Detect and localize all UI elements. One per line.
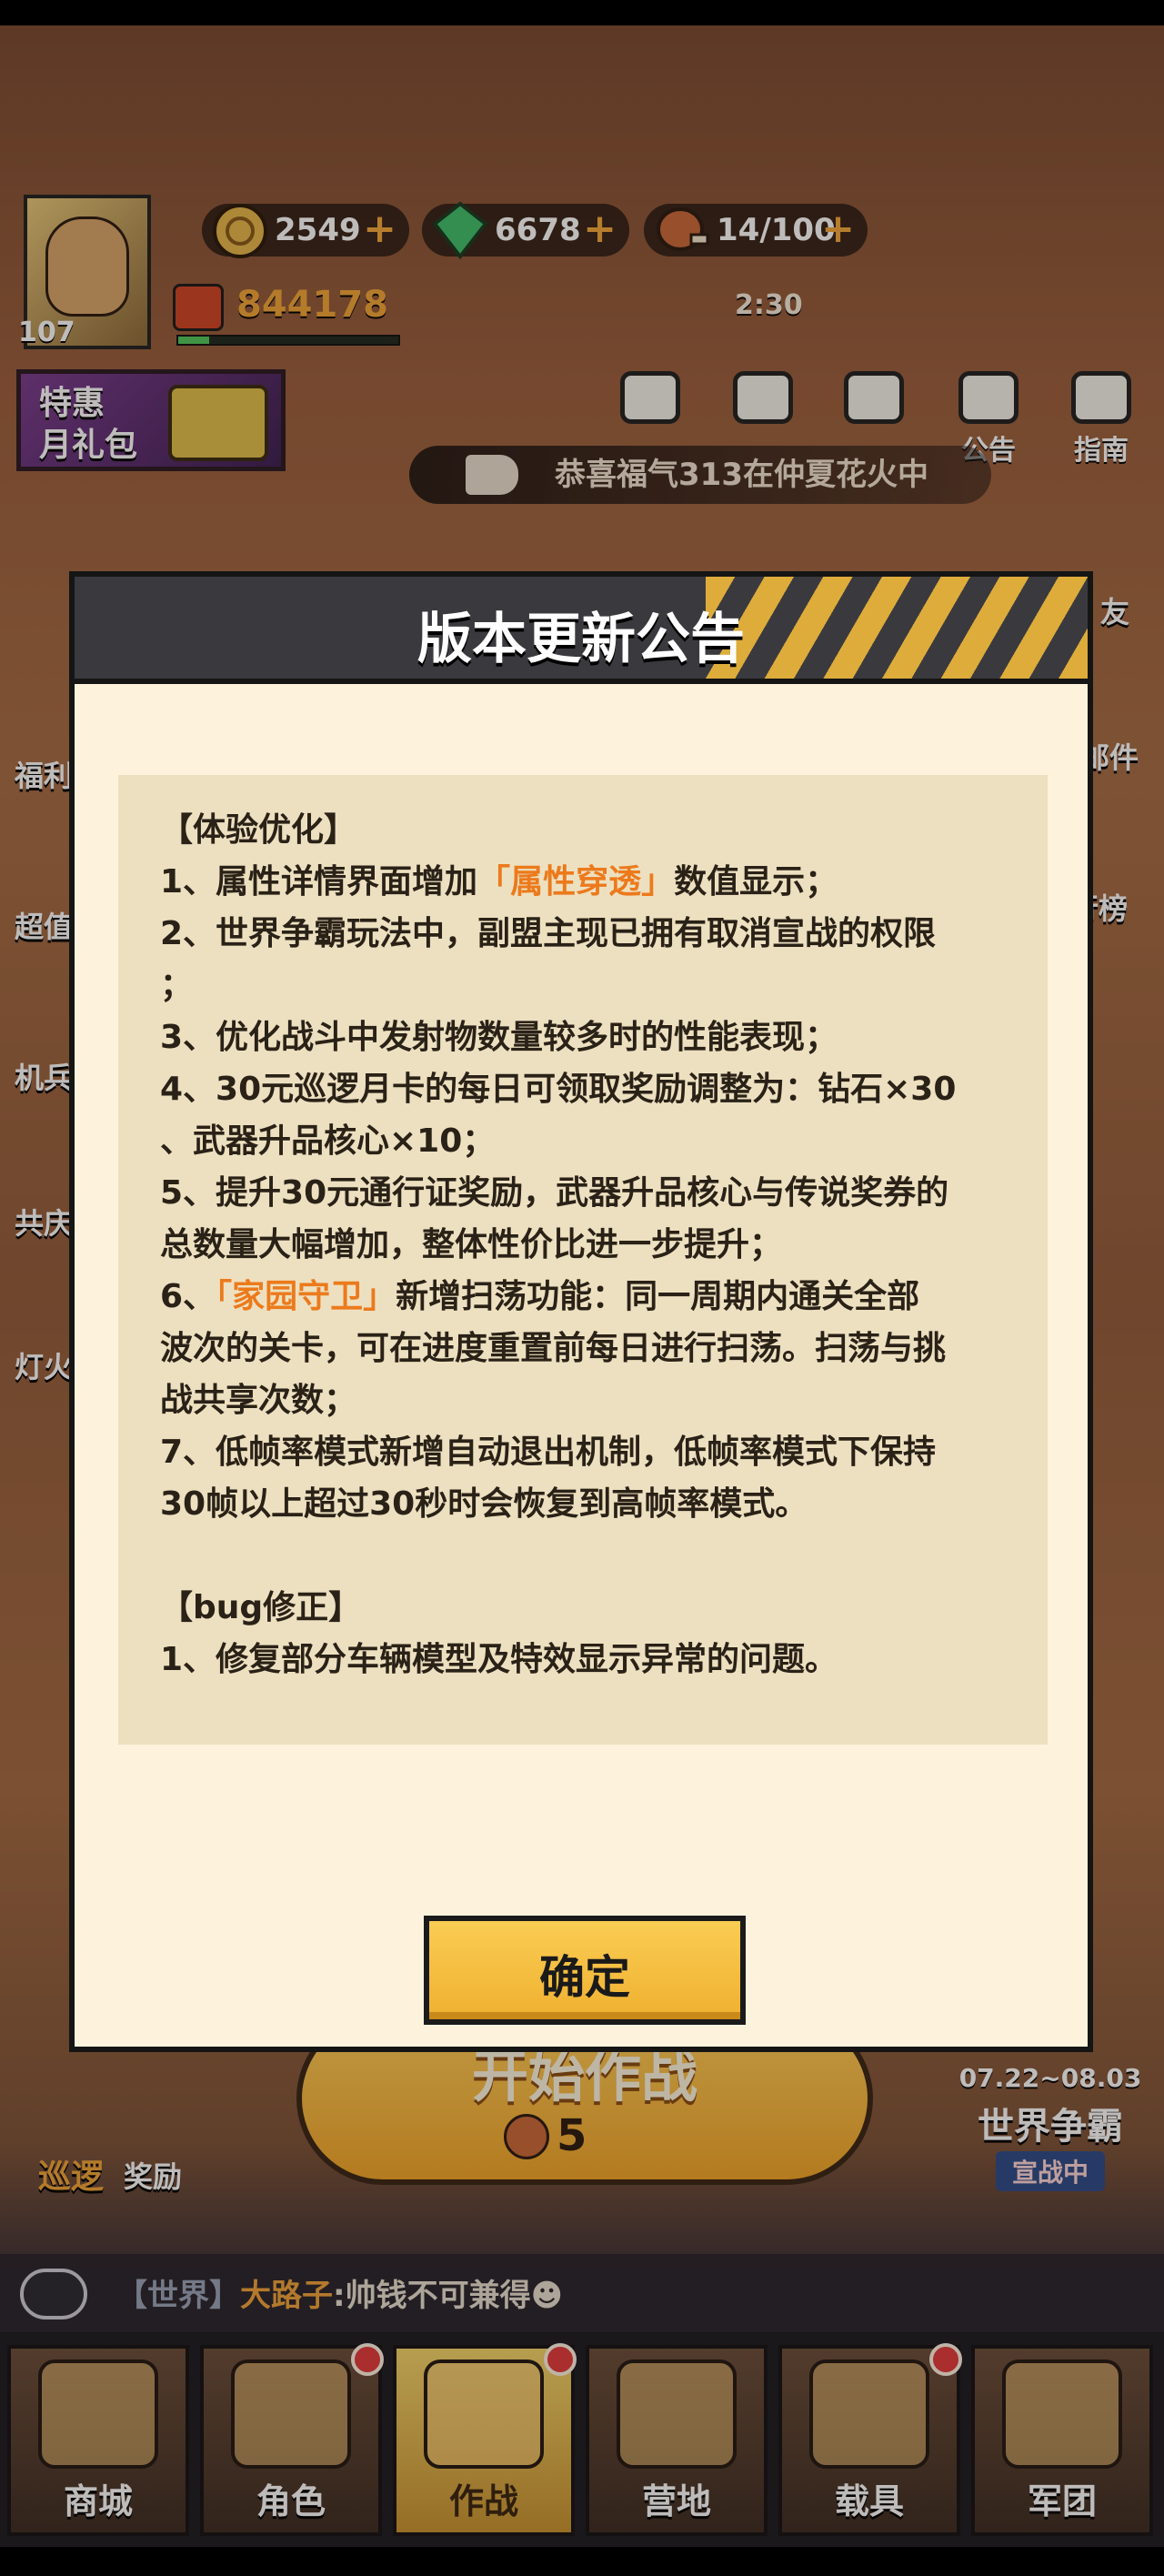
- notice-line: 【bug修正】: [160, 1589, 362, 1626]
- notice-line: 2、世界争霸玩法中，副盟主现已拥有取消宣战的权限: [160, 915, 937, 952]
- notice-highlight: 「属性穿透」: [477, 863, 675, 901]
- dialog-body: 【体验优化】 1、属性详情界面增加「属性穿透」数值显示； 2、世界争霸玩法中，副盟主…: [69, 679, 1093, 2052]
- dialog-header: 版本更新公告: [69, 571, 1093, 679]
- confirm-label: 确定: [539, 1951, 630, 2004]
- notice-line: 战共享次数；: [160, 1382, 357, 1419]
- notice-text: 6、: [160, 1278, 216, 1315]
- game-scene: 107 2549 + 6678 + 14/100 + 2:30 844178 特…: [0, 25, 1164, 2547]
- dialog-title: 版本更新公告: [417, 608, 745, 671]
- notice-line: 6、「家园守卫」新增扫荡功能：同一周期内通关全部: [160, 1271, 1006, 1323]
- notice-text: 数值显示；: [674, 863, 838, 901]
- confirm-button[interactable]: 确定: [424, 1916, 746, 2025]
- notice-line: 【体验优化】: [160, 811, 357, 849]
- notice-line: 3、优化战斗中发射物数量较多时的性能表现；: [160, 1019, 838, 1056]
- notice-line: 5、提升30元通行证奖励，武器升品核心与传说奖券的: [160, 1174, 949, 1212]
- notice-line: 1、修复部分车辆模型及特效显示异常的问题。: [160, 1641, 838, 1678]
- notice-highlight: 「家园守卫」: [216, 1278, 396, 1315]
- notice-line: 30帧以上超过30秒时会恢复到高帧率模式。: [160, 1485, 808, 1523]
- notice-line: 总数量大幅增加，整体性价比进一步提升；: [160, 1226, 783, 1263]
- notice-text: 新增扫荡功能：同一周期内通关全部: [396, 1278, 920, 1315]
- notice-line: 4、30元巡逻月卡的每日可领取奖励调整为：钻石×30: [160, 1071, 957, 1108]
- notice-line: 、武器升品核心×10；: [160, 1122, 496, 1160]
- notice-line: [160, 1530, 1006, 1582]
- notice-line: ；: [160, 967, 194, 1004]
- update-notice-dialog: 版本更新公告 【体验优化】 1、属性详情界面增加「属性穿透」数值显示； 2、世界争霸…: [69, 571, 1093, 2052]
- notice-line: 7、低帧率模式新增自动退出机制，低帧率模式下保持: [160, 1434, 937, 1471]
- notice-content[interactable]: 【体验优化】 1、属性详情界面增加「属性穿透」数值显示； 2、世界争霸玩法中，副盟主…: [118, 775, 1048, 1745]
- notice-line: 波次的关卡，可在进度重置前每日进行扫荡。扫荡与挑: [160, 1330, 947, 1367]
- notice-text: 1、属性详情界面增加: [160, 863, 478, 901]
- notice-line: 1、属性详情界面增加「属性穿透」数值显示；: [160, 856, 1006, 908]
